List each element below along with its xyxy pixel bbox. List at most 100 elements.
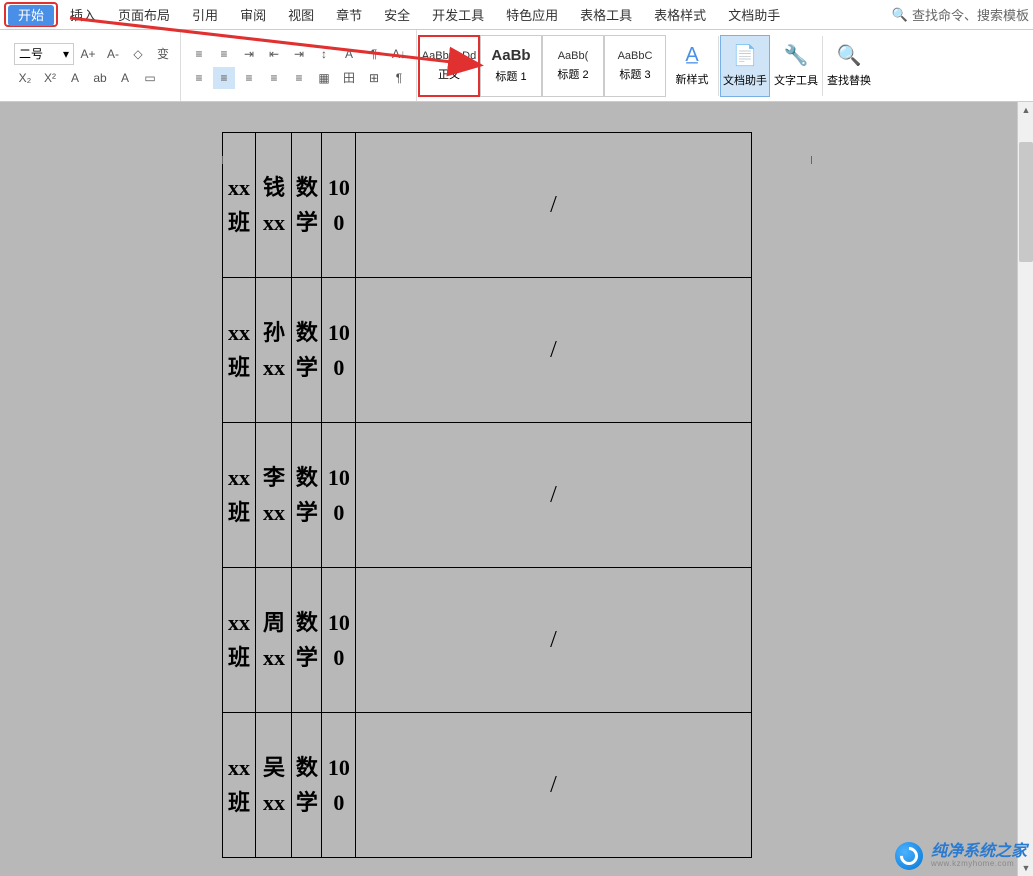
table-cell[interactable]: 数学 [292, 278, 322, 423]
scroll-thumb[interactable] [1019, 142, 1033, 262]
table-cell[interactable]: 100 [322, 568, 356, 713]
table-cell[interactable]: xx班 [222, 423, 256, 568]
shading-button[interactable]: ▦ [313, 67, 335, 89]
menu-start-highlight: 开始 [4, 2, 58, 27]
cell-line: xx [256, 205, 291, 240]
table-row[interactable]: xx班孙xx数学100/ [222, 278, 751, 423]
cell-line: 班 [223, 785, 256, 820]
cell-line: 学 [292, 640, 321, 675]
table-cell[interactable]: 100 [322, 133, 356, 278]
table-cell[interactable]: 数学 [292, 133, 322, 278]
increase-indent-button[interactable]: ⇥ [288, 43, 310, 65]
table-cell[interactable]: / [356, 713, 751, 858]
cell-line: 10 [322, 170, 355, 205]
new-style-button[interactable]: A̲ 新样式 [667, 35, 717, 97]
align-justify-button[interactable]: ≡ [263, 67, 285, 89]
menu-chapter[interactable]: 章节 [326, 2, 372, 27]
find-replace-label: 查找替换 [827, 72, 871, 88]
table-cell[interactable]: xx班 [222, 278, 256, 423]
table-row[interactable]: xx班钱xx数学100/ [222, 133, 751, 278]
table-cell[interactable]: 李xx [256, 423, 292, 568]
bullets-button[interactable]: ≡ [188, 43, 210, 65]
align-right-button[interactable]: ≡ [238, 67, 260, 89]
style-gallery: AaBbCcDd 正文 AaBb 标题 1 AaBb( 标题 2 AaBbC 标… [418, 35, 666, 97]
table-cell[interactable]: 100 [322, 278, 356, 423]
menu-start[interactable]: 开始 [8, 5, 54, 26]
font-size-select[interactable]: 二号▾ [14, 43, 74, 65]
font-effects-button[interactable]: A [64, 67, 86, 89]
table-cell[interactable]: xx班 [222, 568, 256, 713]
table-cell[interactable]: 数学 [292, 568, 322, 713]
style-heading-2[interactable]: AaBb( 标题 2 [542, 35, 604, 97]
align-distribute-button[interactable]: ≡ [288, 67, 310, 89]
table-cell[interactable]: 100 [322, 423, 356, 568]
align-left-button[interactable]: ≡ [188, 67, 210, 89]
font-shrink-button[interactable]: A- [102, 43, 124, 65]
table-cell[interactable]: 数学 [292, 713, 322, 858]
font-color-button[interactable]: A [114, 67, 136, 89]
show-marks-button[interactable]: ¶ [388, 67, 410, 89]
phonetic-guide-button[interactable]: 变 [152, 43, 174, 65]
table-row[interactable]: xx班周xx数学100/ [222, 568, 751, 713]
format-painter-button[interactable]: ▭ [139, 67, 161, 89]
style-heading-1[interactable]: AaBb 标题 1 [480, 35, 542, 97]
document-table[interactable]: xx班钱xx数学100/xx班孙xx数学100/xx班李xx数学100/xx班周… [222, 132, 752, 858]
watermark-url: www.kzmyhome.com [931, 860, 1027, 869]
menu-special[interactable]: 特色应用 [496, 2, 568, 27]
table-cell[interactable]: / [356, 568, 751, 713]
numbering-button[interactable]: ≡ [213, 43, 235, 65]
vertical-scrollbar[interactable]: ▲ ▼ [1017, 102, 1033, 876]
font-grow-button[interactable]: A+ [77, 43, 99, 65]
find-replace-button[interactable]: 🔍 查找替换 [824, 35, 874, 97]
tab-stops-button[interactable]: ⊞ [363, 67, 385, 89]
menu-page-layout[interactable]: 页面布局 [108, 2, 180, 27]
superscript-button[interactable]: X² [39, 67, 61, 89]
decrease-align-button[interactable]: ⇥ [238, 43, 260, 65]
menu-table-tools[interactable]: 表格工具 [570, 2, 642, 27]
menu-search[interactable]: 🔍 查找命令、搜索模板 [892, 5, 1029, 24]
table-cell[interactable]: 数学 [292, 423, 322, 568]
doc-assist-button[interactable]: 📄 文档助手 [720, 35, 770, 97]
table-cell[interactable]: / [356, 278, 751, 423]
cell-line: 10 [322, 460, 355, 495]
document-area[interactable]: xx班钱xx数学100/xx班孙xx数学100/xx班李xx数学100/xx班周… [0, 102, 1033, 876]
table-cell[interactable]: 孙xx [256, 278, 292, 423]
style-normal[interactable]: AaBbCcDd 正文 [418, 35, 480, 97]
scroll-up-arrow-icon[interactable]: ▲ [1018, 102, 1033, 118]
sort-button[interactable]: A↓ [388, 43, 410, 65]
table-cell[interactable]: 100 [322, 713, 356, 858]
cell-line: 0 [322, 640, 355, 675]
clear-format-button[interactable]: ◇ [127, 43, 149, 65]
subscript-button[interactable]: X₂ [14, 67, 36, 89]
cell-line: 数 [292, 605, 321, 640]
menu-view[interactable]: 视图 [278, 2, 324, 27]
highlight-button[interactable]: ab [89, 67, 111, 89]
table-cell[interactable]: / [356, 133, 751, 278]
table-cell[interactable]: 周xx [256, 568, 292, 713]
menu-dev-tools[interactable]: 开发工具 [422, 2, 494, 27]
align-center-button[interactable]: ≡ [213, 67, 235, 89]
table-cell[interactable]: xx班 [222, 133, 256, 278]
text-direction-button[interactable]: A [338, 43, 360, 65]
table-cell[interactable]: / [356, 423, 751, 568]
font-group: 二号▾ A+ A- ◇ 变 X₂ X² A ab A ▭ [8, 30, 181, 101]
style-heading-3[interactable]: AaBbC 标题 3 [604, 35, 666, 97]
menu-insert[interactable]: 插入 [60, 2, 106, 27]
menu-doc-assist[interactable]: 文档助手 [718, 2, 790, 27]
text-tools-button[interactable]: 🔧 文字工具 [771, 35, 821, 97]
paragraph-dialog-button[interactable]: ¶ [363, 43, 385, 65]
page: xx班钱xx数学100/xx班孙xx数学100/xx班李xx数学100/xx班周… [167, 132, 867, 876]
chevron-down-icon: ▾ [63, 47, 69, 61]
borders-button[interactable]: 田 [338, 67, 360, 89]
menu-review[interactable]: 审阅 [230, 2, 276, 27]
menu-table-style[interactable]: 表格样式 [644, 2, 716, 27]
table-row[interactable]: xx班吴xx数学100/ [222, 713, 751, 858]
menu-references[interactable]: 引用 [182, 2, 228, 27]
decrease-indent-button[interactable]: ⇤ [263, 43, 285, 65]
table-cell[interactable]: 钱xx [256, 133, 292, 278]
table-cell[interactable]: 吴xx [256, 713, 292, 858]
table-row[interactable]: xx班李xx数学100/ [222, 423, 751, 568]
line-spacing-button[interactable]: ↕ [313, 43, 335, 65]
table-cell[interactable]: xx班 [222, 713, 256, 858]
menu-security[interactable]: 安全 [374, 2, 420, 27]
